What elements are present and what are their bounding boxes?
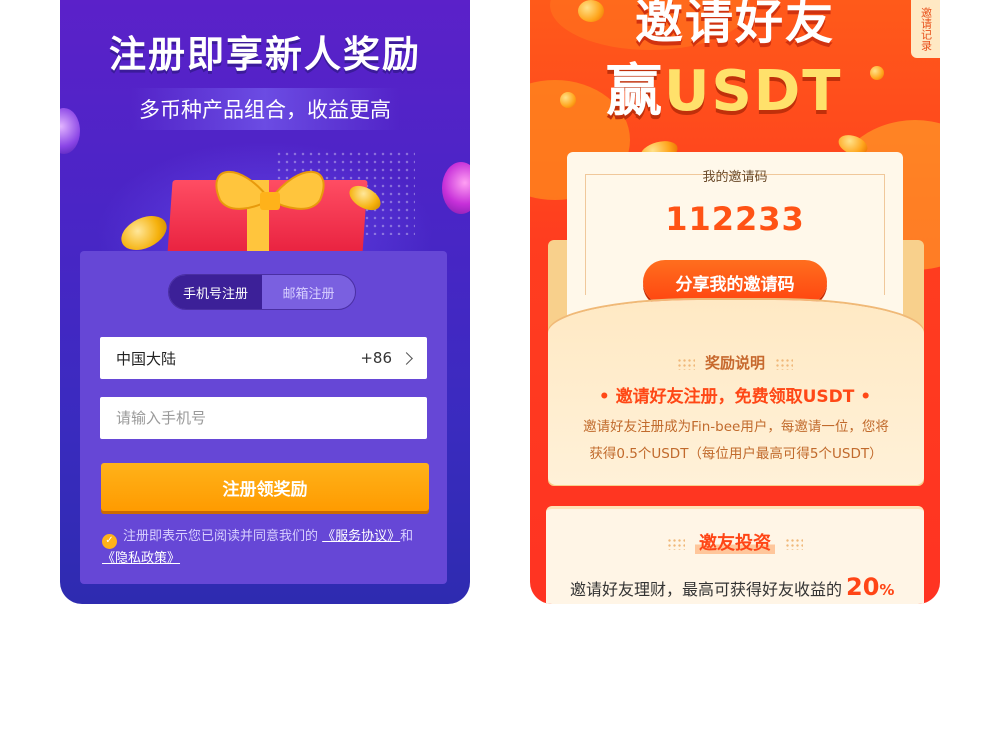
invite-screen: 邀请好友 赢USDT 邀请记录 我的邀请码 112233 分享我的邀请码 奖励说…: [530, 0, 940, 604]
chevron-right-icon: [400, 351, 413, 365]
invite-hero-line2: 赢USDT: [606, 46, 843, 127]
check-circle-icon[interactable]: ✓: [102, 533, 117, 549]
agreement-and: 和: [400, 529, 414, 544]
invite-code: 112233: [665, 200, 805, 238]
region-label: 中国大陆: [116, 349, 177, 368]
invest-percent-value: 20: [846, 573, 880, 601]
service-agreement-link[interactable]: 《服务协议》: [322, 529, 400, 544]
privacy-policy-link[interactable]: 《隐私政策》: [102, 551, 180, 566]
dot-grid-icon: [775, 357, 793, 370]
reward-description: 邀请好友注册成为Fin-bee用户，每邀请一位，您将 获得0.5个USDT（每位…: [564, 414, 908, 468]
decor-ball: [560, 92, 576, 108]
dot-grid-icon: [785, 538, 803, 550]
hero-usdt: USDT: [664, 59, 843, 124]
region-code-wrap: +86: [360, 349, 413, 367]
reward-line: • 邀请好友注册，免费领取USDT •: [598, 387, 872, 407]
region-selector[interactable]: 中国大陆 +86: [100, 337, 427, 379]
share-invite-code-button[interactable]: 分享我的邀请码: [643, 260, 827, 304]
invite-records-tab[interactable]: 邀请记录: [911, 0, 940, 58]
invest-percent-unit: %: [879, 581, 895, 599]
reward-desc-1: 邀请好友注册成为Fin-bee用户，每邀请一位，您将: [583, 419, 889, 435]
reward-heading: 奖励说明: [530, 352, 940, 373]
register-title: 注册即享新人奖励: [109, 33, 421, 76]
phone-input[interactable]: [100, 397, 427, 439]
invest-heading: 邀友投资: [546, 529, 924, 555]
invite-invest-card: 邀友投资 邀请好友理财，最高可获得好友收益的 20%: [546, 506, 924, 604]
dot-grid-icon: [667, 538, 685, 550]
tab-phone-register[interactable]: 手机号注册: [169, 275, 262, 309]
reward-desc-2: 获得0.5个USDT（每位用户最高可得5个USDT）: [589, 446, 883, 462]
register-subtitle: 多币种产品组合，收益更高: [139, 98, 391, 122]
tab-email-register[interactable]: 邮箱注册: [262, 275, 355, 309]
decor-ball: [870, 66, 884, 80]
register-tabs: 手机号注册 邮箱注册: [168, 274, 356, 310]
invite-hero-line1: 邀请好友: [634, 0, 835, 50]
invest-title: 邀友投资: [695, 533, 775, 554]
invite-code-card: 我的邀请码 112233 分享我的邀请码: [567, 152, 903, 322]
register-screen: 注册即享新人奖励 多币种产品组合，收益更高 手机号注册 邮箱注册 中国大陆 +8…: [60, 0, 470, 604]
invest-percent: 20%: [846, 573, 894, 601]
decor-orb-right: [442, 162, 470, 214]
invest-text: 邀请好友理财，最高可获得好友收益的: [570, 580, 843, 599]
reward-title: 奖励说明: [704, 354, 765, 372]
invest-line: 邀请好友理财，最高可获得好友收益的 20%: [570, 573, 894, 601]
phone-field: [100, 397, 427, 439]
gift-bow-icon: [215, 170, 325, 210]
country-code: +86: [360, 349, 392, 367]
dot-grid-icon: [676, 357, 695, 370]
register-submit-button[interactable]: 注册领奖励: [101, 463, 429, 511]
agreement-prefix: 注册即表示您已阅读并同意我们的: [123, 529, 319, 544]
invite-code-label: 我的邀请码: [702, 170, 768, 185]
register-form-panel: 手机号注册 邮箱注册 中国大陆 +86 注册领奖励 ✓ 注册即表示您已阅读并同意我…: [80, 251, 447, 584]
hero-prefix: 赢: [606, 59, 664, 124]
agreement-text: ✓ 注册即表示您已阅读并同意我们的 《服务协议》和 《隐私政策》: [102, 527, 432, 569]
